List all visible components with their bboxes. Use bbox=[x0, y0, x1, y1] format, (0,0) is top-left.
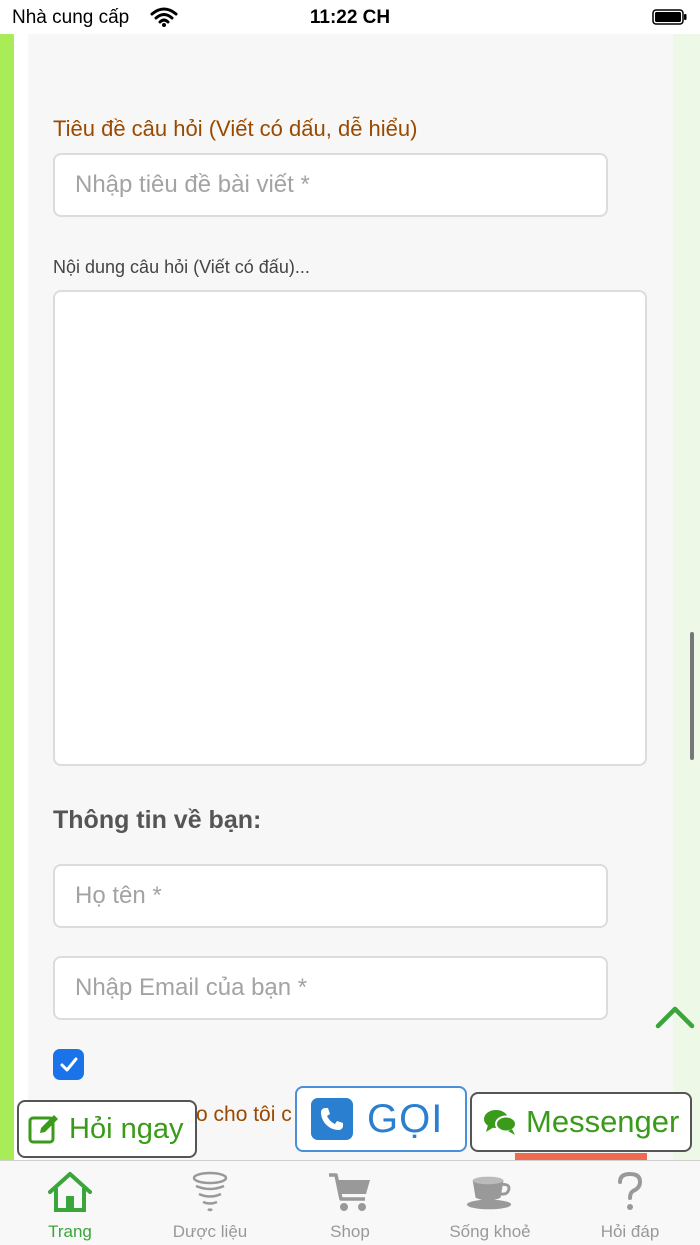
herb-icon bbox=[192, 1171, 228, 1212]
home-icon bbox=[48, 1172, 92, 1212]
question-title-label: Tiêu đề câu hỏi (Viết có dấu, dễ hiểu) bbox=[53, 116, 418, 141]
edit-icon bbox=[28, 1115, 58, 1144]
tab-home-label: Trang bbox=[48, 1222, 92, 1241]
cart-icon bbox=[329, 1173, 370, 1211]
tab-shop[interactable]: Shop bbox=[280, 1161, 420, 1245]
bottom-tab-bar: Trang Dược liệu Shop Sống khoẻ Hỏi đáp bbox=[0, 1160, 700, 1245]
left-accent-stripe bbox=[0, 34, 14, 1160]
status-bar: Nhà cung cấp 11:22 CH bbox=[0, 0, 700, 34]
cup-icon bbox=[466, 1176, 512, 1210]
tab-shop-label: Shop bbox=[330, 1222, 370, 1241]
messenger-label: Messenger bbox=[526, 1104, 680, 1139]
scrollbar[interactable] bbox=[690, 632, 694, 760]
phone-icon bbox=[311, 1098, 353, 1140]
call-label: GỌI bbox=[367, 1096, 444, 1141]
name-placeholder: Họ tên * bbox=[75, 882, 162, 909]
agree-label: o cho tôi c bbox=[196, 1103, 292, 1126]
question-content-textarea[interactable] bbox=[53, 290, 647, 766]
email-placeholder: Nhập Email của bạn * bbox=[75, 974, 308, 1001]
question-title-placeholder: Nhập tiêu đề bài viết * bbox=[75, 171, 310, 198]
right-margin bbox=[673, 34, 700, 1160]
question-content-label: Nội dung câu hỏi (Viết có đấu)... bbox=[53, 257, 310, 277]
tab-healthy-living[interactable]: Sống khoẻ bbox=[420, 1161, 560, 1245]
tab-qa-label: Hỏi đáp bbox=[600, 1222, 660, 1241]
tab-healthy-living-label: Sống khoẻ bbox=[449, 1222, 531, 1241]
about-you-heading: Thông tin về bạn: bbox=[53, 806, 262, 834]
email-input[interactable]: Nhập Email của bạn * bbox=[53, 956, 608, 1020]
messenger-button[interactable]: Messenger bbox=[470, 1092, 692, 1152]
agree-checkbox[interactable] bbox=[53, 1049, 84, 1080]
question-icon bbox=[618, 1171, 643, 1210]
clock: 11:22 CH bbox=[309, 7, 391, 28]
question-title-input[interactable]: Nhập tiêu đề bài viết * bbox=[53, 153, 608, 217]
tab-herbs-label: Dược liệu bbox=[172, 1222, 248, 1241]
tab-qa[interactable]: Hỏi đáp bbox=[560, 1161, 700, 1245]
ask-now-label: Hỏi ngay bbox=[69, 1112, 184, 1145]
battery-icon bbox=[652, 9, 687, 25]
tab-herbs[interactable]: Dược liệu bbox=[140, 1161, 280, 1245]
call-button[interactable]: GỌI bbox=[295, 1086, 467, 1152]
ask-now-button[interactable]: Hỏi ngay bbox=[17, 1100, 197, 1158]
name-input[interactable]: Họ tên * bbox=[53, 864, 608, 928]
scroll-to-top-chevron-icon[interactable] bbox=[654, 1002, 696, 1032]
tab-home[interactable]: Trang bbox=[0, 1161, 140, 1245]
chat-bubbles-icon bbox=[484, 1110, 517, 1135]
checkmark-icon bbox=[60, 1057, 77, 1071]
